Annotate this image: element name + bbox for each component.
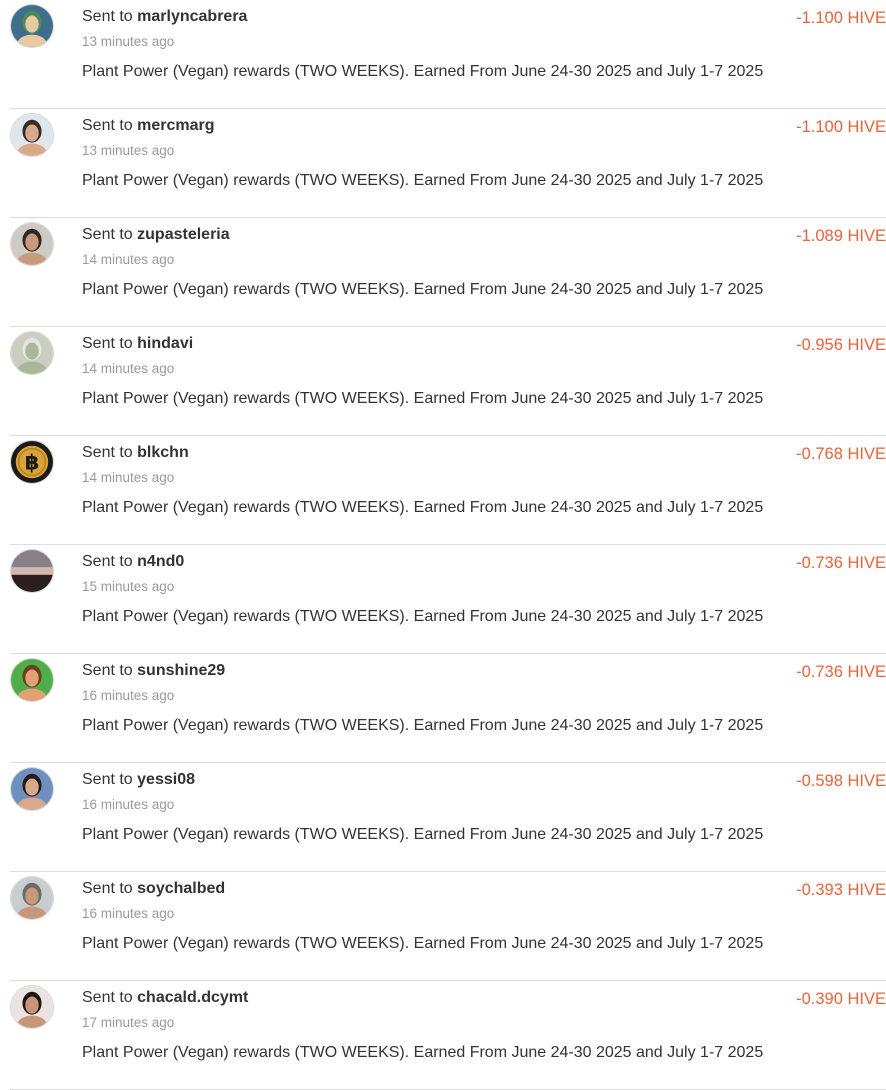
- transfer-amount: -0.956 HIVE: [796, 336, 886, 354]
- transfer-description: Sent to soychalbed: [82, 879, 225, 899]
- sent-to-label: Sent to: [82, 989, 133, 1006]
- transfer-row: Sent to hindavi 14 minutes ago Plant Pow…: [0, 327, 886, 436]
- transfer-timestamp: 13 minutes ago: [82, 34, 175, 49]
- transfer-timestamp: 14 minutes ago: [82, 470, 175, 485]
- transfer-description: Sent to marlyncabrera: [82, 7, 247, 27]
- transfer-timestamp: 14 minutes ago: [82, 252, 175, 267]
- transfer-memo: Plant Power (Vegan) rewards (TWO WEEKS).…: [82, 608, 764, 625]
- avatar-landscape-photo-icon: [11, 550, 53, 592]
- transfer-row: Sent to yessi08 16 minutes ago Plant Pow…: [0, 763, 886, 872]
- avatar[interactable]: [10, 876, 54, 920]
- transfer-description: Sent to zupasteleria: [82, 225, 230, 245]
- sent-to-label: Sent to: [82, 444, 133, 461]
- avatar[interactable]: [10, 331, 54, 375]
- avatar-user-photo-icon: [11, 986, 53, 1028]
- transfer-timestamp: 14 minutes ago: [82, 361, 175, 376]
- transfer-amount: -0.393 HIVE: [796, 881, 886, 899]
- transfer-description: Sent to blkchn: [82, 443, 189, 463]
- svg-text:฿: ฿: [25, 451, 40, 475]
- transfer-memo: Plant Power (Vegan) rewards (TWO WEEKS).…: [82, 1044, 764, 1061]
- transfer-timestamp: 16 minutes ago: [82, 797, 175, 812]
- avatar[interactable]: [10, 222, 54, 266]
- sent-to-label: Sent to: [82, 226, 133, 243]
- transfer-memo: Plant Power (Vegan) rewards (TWO WEEKS).…: [82, 281, 764, 298]
- transfer-amount: -1.100 HIVE: [796, 9, 886, 27]
- avatar[interactable]: [10, 658, 54, 702]
- avatar-user-photo-icon: [11, 5, 53, 47]
- transfer-timestamp: 15 minutes ago: [82, 579, 175, 594]
- avatar-user-photo-icon: [11, 223, 53, 265]
- transfer-row: Sent to sunshine29 16 minutes ago Plant …: [0, 654, 886, 763]
- recipient-username-link[interactable]: n4nd0: [137, 553, 184, 570]
- sent-to-label: Sent to: [82, 8, 133, 25]
- transfer-memo: Plant Power (Vegan) rewards (TWO WEEKS).…: [82, 717, 764, 734]
- transfer-amount: -0.598 HIVE: [796, 772, 886, 790]
- recipient-username-link[interactable]: mercmarg: [137, 117, 214, 134]
- transfer-history-list: Sent to marlyncabrera 13 minutes ago Pla…: [0, 0, 886, 1090]
- avatar-user-photo-icon: [11, 768, 53, 810]
- transfer-description: Sent to hindavi: [82, 334, 193, 354]
- avatar[interactable]: [10, 4, 54, 48]
- recipient-username-link[interactable]: marlyncabrera: [137, 8, 247, 25]
- avatar[interactable]: [10, 113, 54, 157]
- avatar-user-photo-icon: [11, 332, 53, 374]
- avatar-user-photo-icon: [11, 114, 53, 156]
- transfer-description: Sent to mercmarg: [82, 116, 215, 136]
- transfer-row: Sent to n4nd0 15 minutes ago Plant Power…: [0, 545, 886, 654]
- sent-to-label: Sent to: [82, 662, 133, 679]
- transfer-memo: Plant Power (Vegan) rewards (TWO WEEKS).…: [82, 499, 764, 516]
- transfer-timestamp: 16 minutes ago: [82, 688, 175, 703]
- avatar-user-photo-icon: [11, 659, 53, 701]
- transfer-description: Sent to n4nd0: [82, 552, 184, 572]
- transfer-memo: Plant Power (Vegan) rewards (TWO WEEKS).…: [82, 935, 764, 952]
- recipient-username-link[interactable]: chacald.dcymt: [137, 989, 248, 1006]
- transfer-amount: -0.768 HIVE: [796, 445, 886, 463]
- bitcoin-coin-icon: ฿: [11, 441, 53, 483]
- avatar[interactable]: ฿: [10, 440, 54, 484]
- sent-to-label: Sent to: [82, 335, 133, 352]
- transfer-timestamp: 16 minutes ago: [82, 906, 175, 921]
- sent-to-label: Sent to: [82, 880, 133, 897]
- transfer-row: Sent to soychalbed 16 minutes ago Plant …: [0, 872, 886, 981]
- avatar-user-photo-icon: [11, 877, 53, 919]
- transfer-amount: -0.390 HIVE: [796, 990, 886, 1008]
- transfer-timestamp: 17 minutes ago: [82, 1015, 175, 1030]
- transfer-description: Sent to sunshine29: [82, 661, 225, 681]
- transfer-row: ฿ Sent to blkchn 14 minutes ago Plant Po…: [0, 436, 886, 545]
- recipient-username-link[interactable]: soychalbed: [137, 880, 225, 897]
- recipient-username-link[interactable]: hindavi: [137, 335, 193, 352]
- transfer-amount: -1.100 HIVE: [796, 118, 886, 136]
- transfer-row: Sent to marlyncabrera 13 minutes ago Pla…: [0, 0, 886, 109]
- avatar[interactable]: [10, 767, 54, 811]
- sent-to-label: Sent to: [82, 553, 133, 570]
- sent-to-label: Sent to: [82, 771, 133, 788]
- recipient-username-link[interactable]: sunshine29: [137, 662, 225, 679]
- transfer-memo: Plant Power (Vegan) rewards (TWO WEEKS).…: [82, 63, 764, 80]
- avatar[interactable]: [10, 549, 54, 593]
- transfer-description: Sent to yessi08: [82, 770, 195, 790]
- recipient-username-link[interactable]: zupasteleria: [137, 226, 229, 243]
- transfer-amount: -1.089 HIVE: [796, 227, 886, 245]
- transfer-row: Sent to mercmarg 13 minutes ago Plant Po…: [0, 109, 886, 218]
- transfer-row: Sent to zupasteleria 14 minutes ago Plan…: [0, 218, 886, 327]
- transfer-timestamp: 13 minutes ago: [82, 143, 175, 158]
- transfer-memo: Plant Power (Vegan) rewards (TWO WEEKS).…: [82, 390, 764, 407]
- transfer-description: Sent to chacald.dcymt: [82, 988, 248, 1008]
- transfer-memo: Plant Power (Vegan) rewards (TWO WEEKS).…: [82, 826, 764, 843]
- transfer-amount: -0.736 HIVE: [796, 554, 886, 572]
- recipient-username-link[interactable]: yessi08: [137, 771, 195, 788]
- sent-to-label: Sent to: [82, 117, 133, 134]
- avatar[interactable]: [10, 985, 54, 1029]
- transfer-amount: -0.736 HIVE: [796, 663, 886, 681]
- recipient-username-link[interactable]: blkchn: [137, 444, 189, 461]
- transfer-memo: Plant Power (Vegan) rewards (TWO WEEKS).…: [82, 172, 764, 189]
